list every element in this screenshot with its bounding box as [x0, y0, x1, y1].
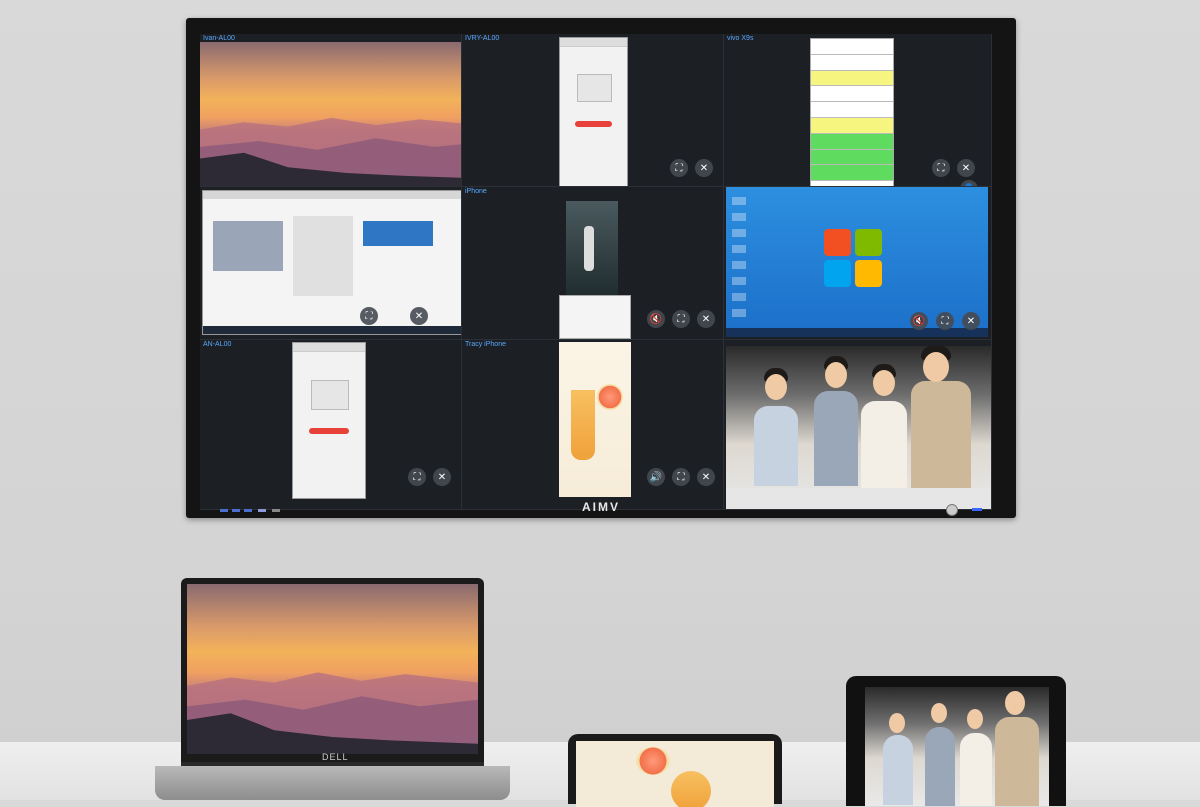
tile-label: Ivan-AL00	[203, 35, 235, 42]
tile-label: IVRY-AL00	[465, 35, 500, 42]
spreadsheet-mirror	[810, 38, 894, 186]
fullscreen-icon[interactable]: ⛶	[408, 468, 426, 486]
tile-1[interactable]: Ivan-AL00	[200, 34, 462, 187]
close-icon[interactable]: ✕	[697, 310, 715, 328]
windows-logo-icon	[824, 229, 884, 289]
mute-icon[interactable]: 🔇	[647, 310, 665, 328]
volume-icon[interactable]: 🔊	[647, 468, 665, 486]
fullscreen-icon[interactable]: ⛶	[936, 312, 954, 330]
fullscreen-icon[interactable]: ⛶	[932, 159, 950, 177]
fullscreen-icon[interactable]: ⛶	[360, 307, 378, 325]
fullscreen-icon[interactable]: ⛶	[672, 310, 690, 328]
phone-mirror-screen	[292, 342, 366, 499]
tablet-screen	[865, 687, 1049, 806]
laptop-device	[181, 578, 484, 766]
laptop-base	[155, 766, 510, 800]
close-icon[interactable]: ✕	[695, 159, 713, 177]
laptop-screen	[187, 584, 478, 754]
tile-label: iPhone	[465, 188, 487, 195]
phone-screen	[576, 741, 774, 807]
tile-label: AN-AL00	[203, 341, 232, 348]
stop-mirror-button[interactable]	[308, 428, 350, 435]
laptop-brand-logo: DELL	[322, 752, 349, 762]
mute-icon[interactable]: 🔇	[910, 312, 928, 330]
mountain-wallpaper-image	[200, 42, 461, 186]
tile-label: Tracy iPhone	[465, 341, 506, 348]
close-icon[interactable]: ✕	[957, 159, 975, 177]
close-icon[interactable]: ✕	[410, 307, 428, 325]
display-brand-logo: AIMV	[582, 500, 620, 514]
fullscreen-icon[interactable]: ⛶	[670, 159, 688, 177]
close-icon[interactable]: ✕	[697, 468, 715, 486]
close-icon[interactable]: ✕	[433, 468, 451, 486]
fullscreen-icon[interactable]: ⛶	[672, 468, 690, 486]
phone-device	[568, 734, 782, 807]
status-led	[972, 508, 982, 511]
power-button[interactable]	[946, 504, 958, 516]
tile-9[interactable]	[724, 340, 992, 510]
tile-6[interactable]: 🔇 ⛶ ✕	[724, 187, 992, 340]
team-photo	[726, 346, 991, 509]
tablet-device	[846, 676, 1066, 806]
tile-4[interactable]: ⛶ ✕	[200, 187, 462, 340]
interactive-display: Ivan-AL00 IVRY-AL00 ⛶ ✕ vivo X9s ⛶ ✕ ⛶ ✕…	[186, 18, 1016, 518]
user-icon[interactable]: 👤	[960, 180, 978, 186]
tile-7[interactable]: AN-AL00 ⛶ ✕	[200, 340, 462, 510]
split-screen-grid: Ivan-AL00 IVRY-AL00 ⛶ ✕ vivo X9s ⛶ ✕ ⛶ ✕…	[200, 34, 992, 510]
tile-5[interactable]: iPhone 🔇 ⛶ ✕	[462, 187, 724, 340]
stop-mirror-button[interactable]	[574, 120, 613, 127]
notification-card	[559, 295, 631, 339]
tile-2[interactable]: IVRY-AL00 ⛶ ✕	[462, 34, 724, 187]
drink-photo	[559, 342, 631, 497]
phone-mirror-screen	[559, 37, 628, 186]
tile-label: vivo X9s	[727, 35, 754, 42]
close-icon[interactable]: ✕	[962, 312, 980, 330]
video-frame	[566, 201, 618, 301]
tile-8[interactable]: Tracy iPhone 🔊 ⛶ ✕	[462, 340, 724, 510]
tile-3[interactable]: vivo X9s ⛶ ✕ 👤	[724, 34, 992, 187]
